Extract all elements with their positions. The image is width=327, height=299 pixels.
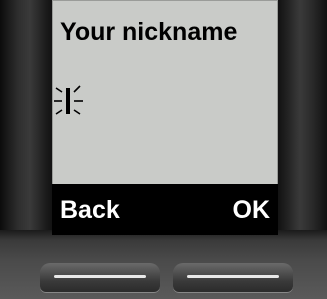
display-screen: Your nickname Back OK xyxy=(52,0,278,235)
screen-title: Your nickname xyxy=(60,18,238,46)
left-hardware-key[interactable] xyxy=(40,263,160,293)
blinking-text-cursor-icon[interactable] xyxy=(52,82,92,120)
right-key-bar xyxy=(187,275,279,278)
back-softkey[interactable]: Back xyxy=(60,196,120,225)
ok-softkey[interactable]: OK xyxy=(233,196,271,225)
softkey-bar: Back OK xyxy=(52,184,278,235)
left-key-bar xyxy=(54,275,146,278)
right-hardware-key[interactable] xyxy=(173,263,293,293)
